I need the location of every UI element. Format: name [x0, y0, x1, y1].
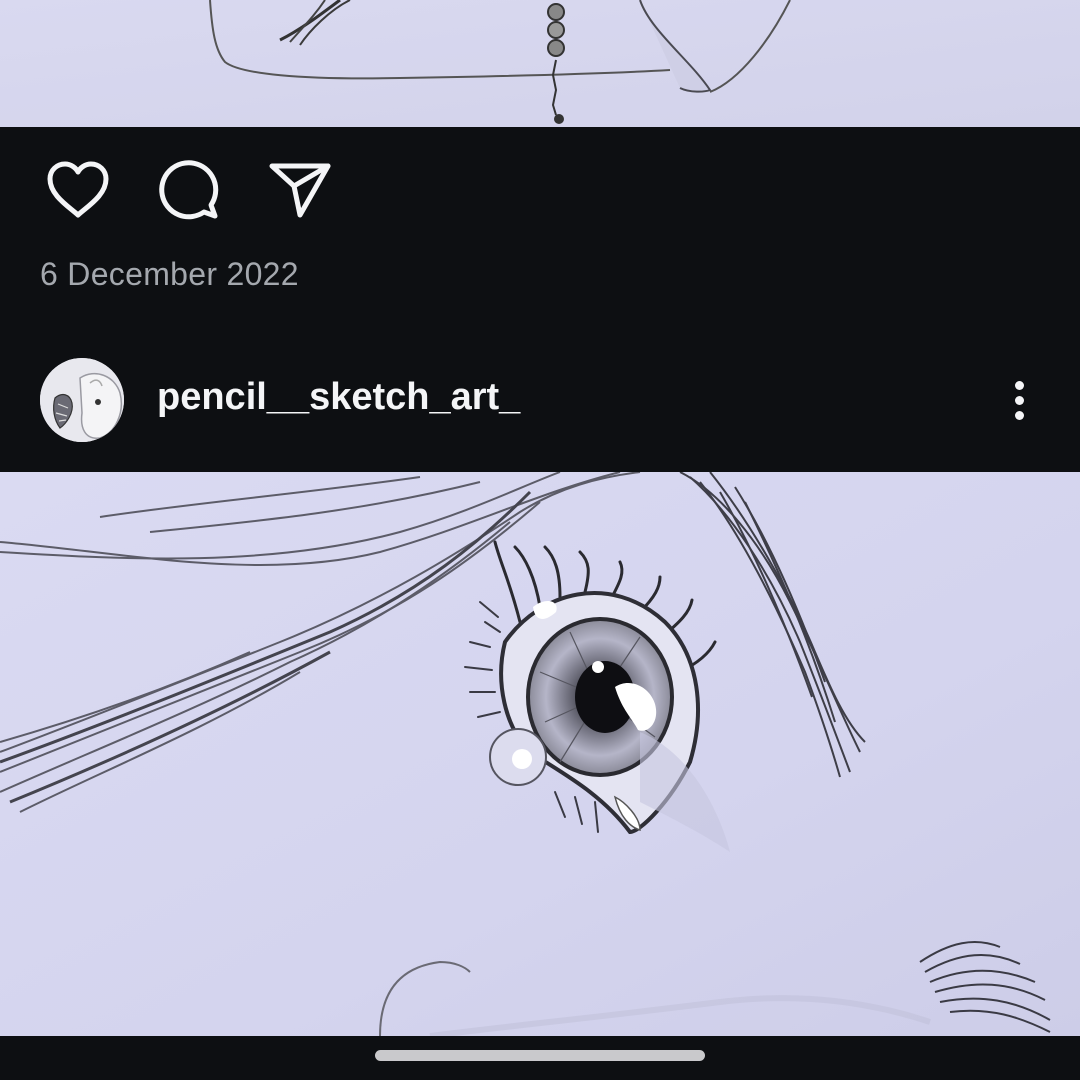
speech-bubble-icon	[159, 160, 219, 220]
pencil-sketch-eye-drawing	[0, 472, 1080, 1036]
post-header: pencil__sketch_art_	[0, 358, 1080, 442]
comment-button[interactable]	[149, 150, 229, 230]
instagram-feed-screen: 6 December 2022 pencil__sketch_art_	[0, 0, 1080, 1080]
heart-outline-icon	[47, 161, 109, 218]
post-image[interactable]	[0, 472, 1080, 1036]
share-button[interactable]	[260, 150, 340, 230]
profile-avatar[interactable]	[40, 358, 124, 442]
home-indicator[interactable]	[375, 1050, 705, 1061]
paper-plane-icon	[269, 163, 331, 218]
username-label[interactable]: pencil__sketch_art_	[157, 376, 520, 419]
more-vertical-icon	[1014, 380, 1024, 390]
like-button[interactable]	[38, 150, 118, 230]
post-actions-row	[38, 150, 371, 230]
system-navigation-bar	[0, 1036, 1080, 1080]
avatar-sketch-image	[40, 358, 124, 442]
post-date: 6 December 2022	[40, 256, 299, 292]
previous-post-image[interactable]	[0, 0, 1080, 127]
pencil-sketch-lips-drawing	[0, 0, 1080, 127]
more-options-button[interactable]	[994, 370, 1044, 430]
